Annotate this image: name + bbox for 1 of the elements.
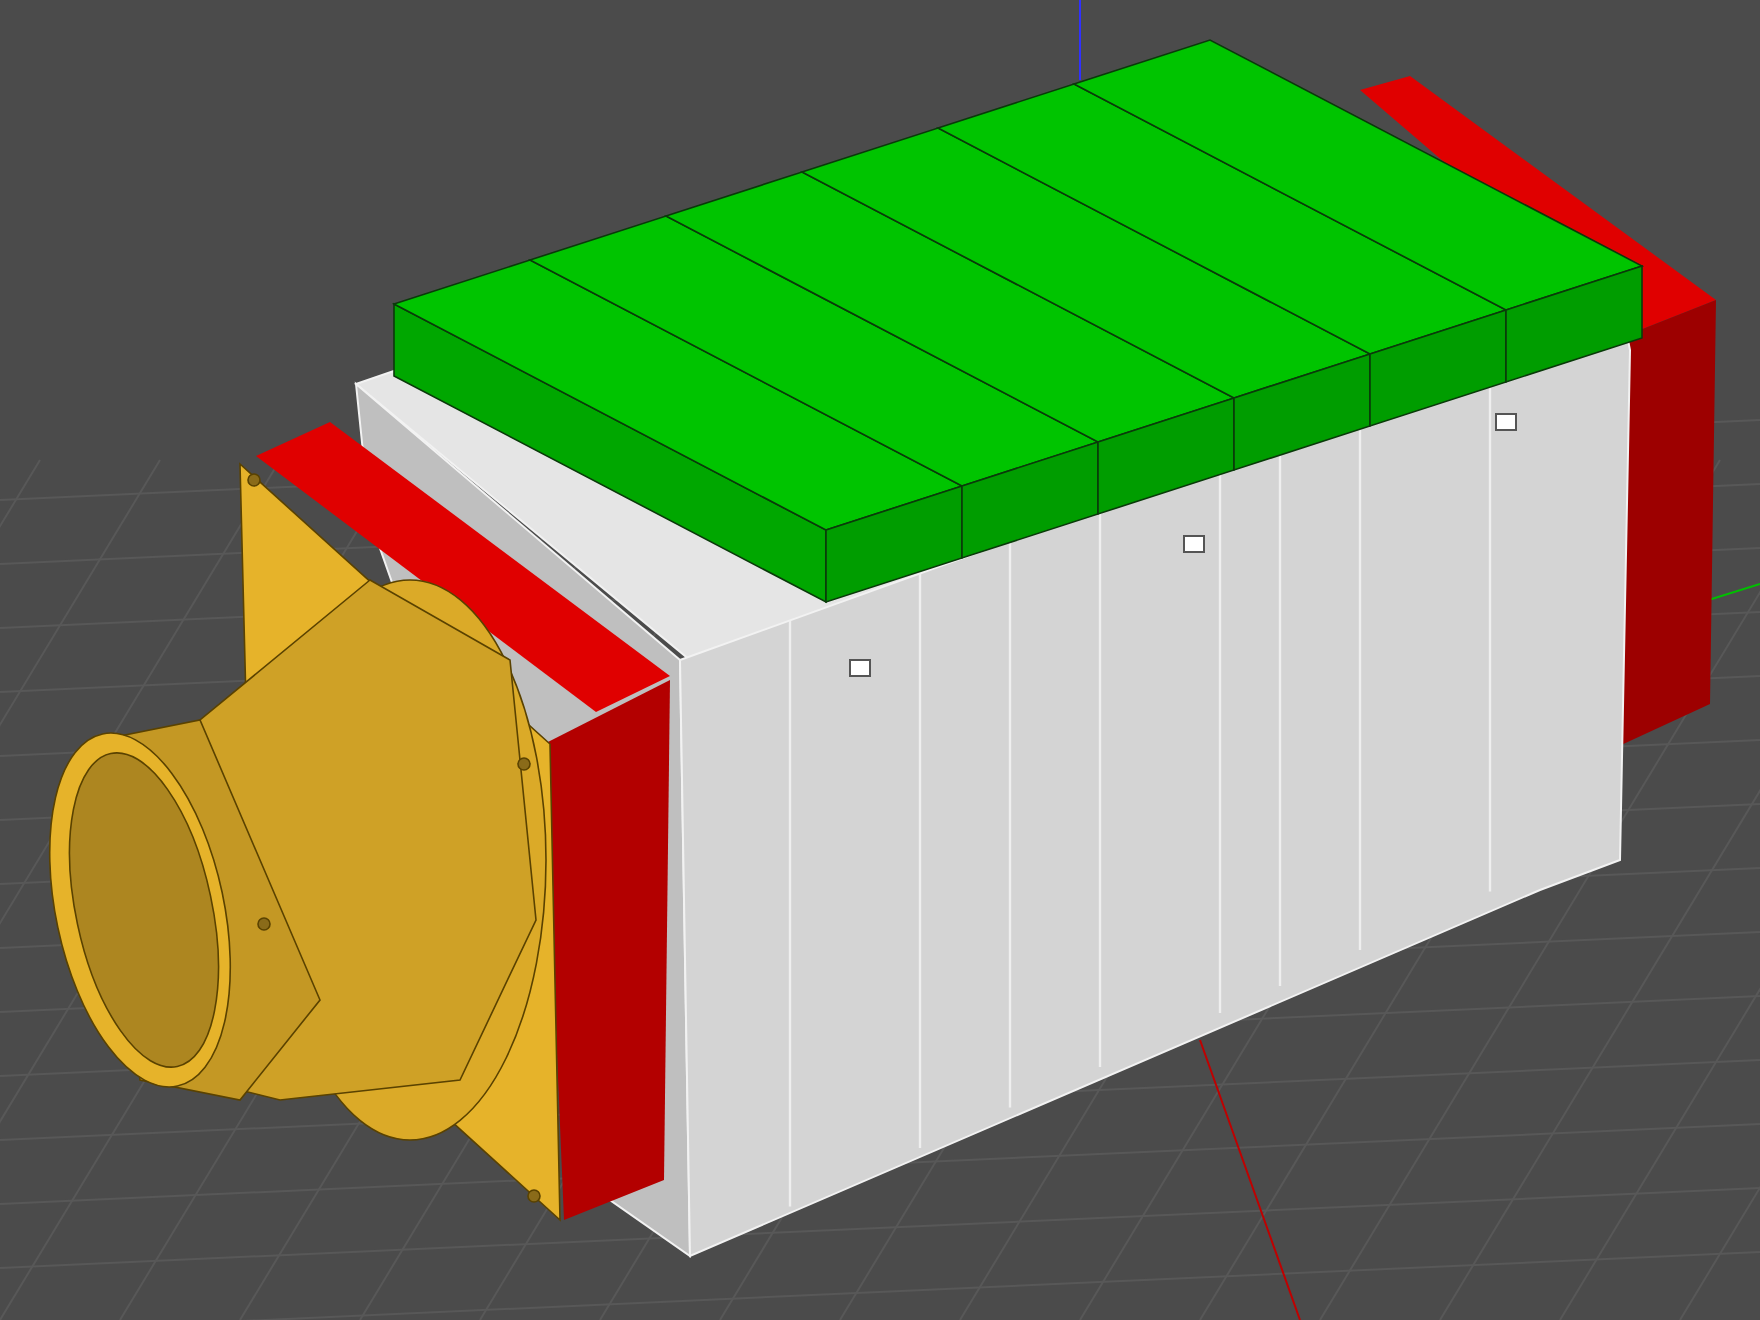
z-axis-line — [1079, 0, 1081, 81]
